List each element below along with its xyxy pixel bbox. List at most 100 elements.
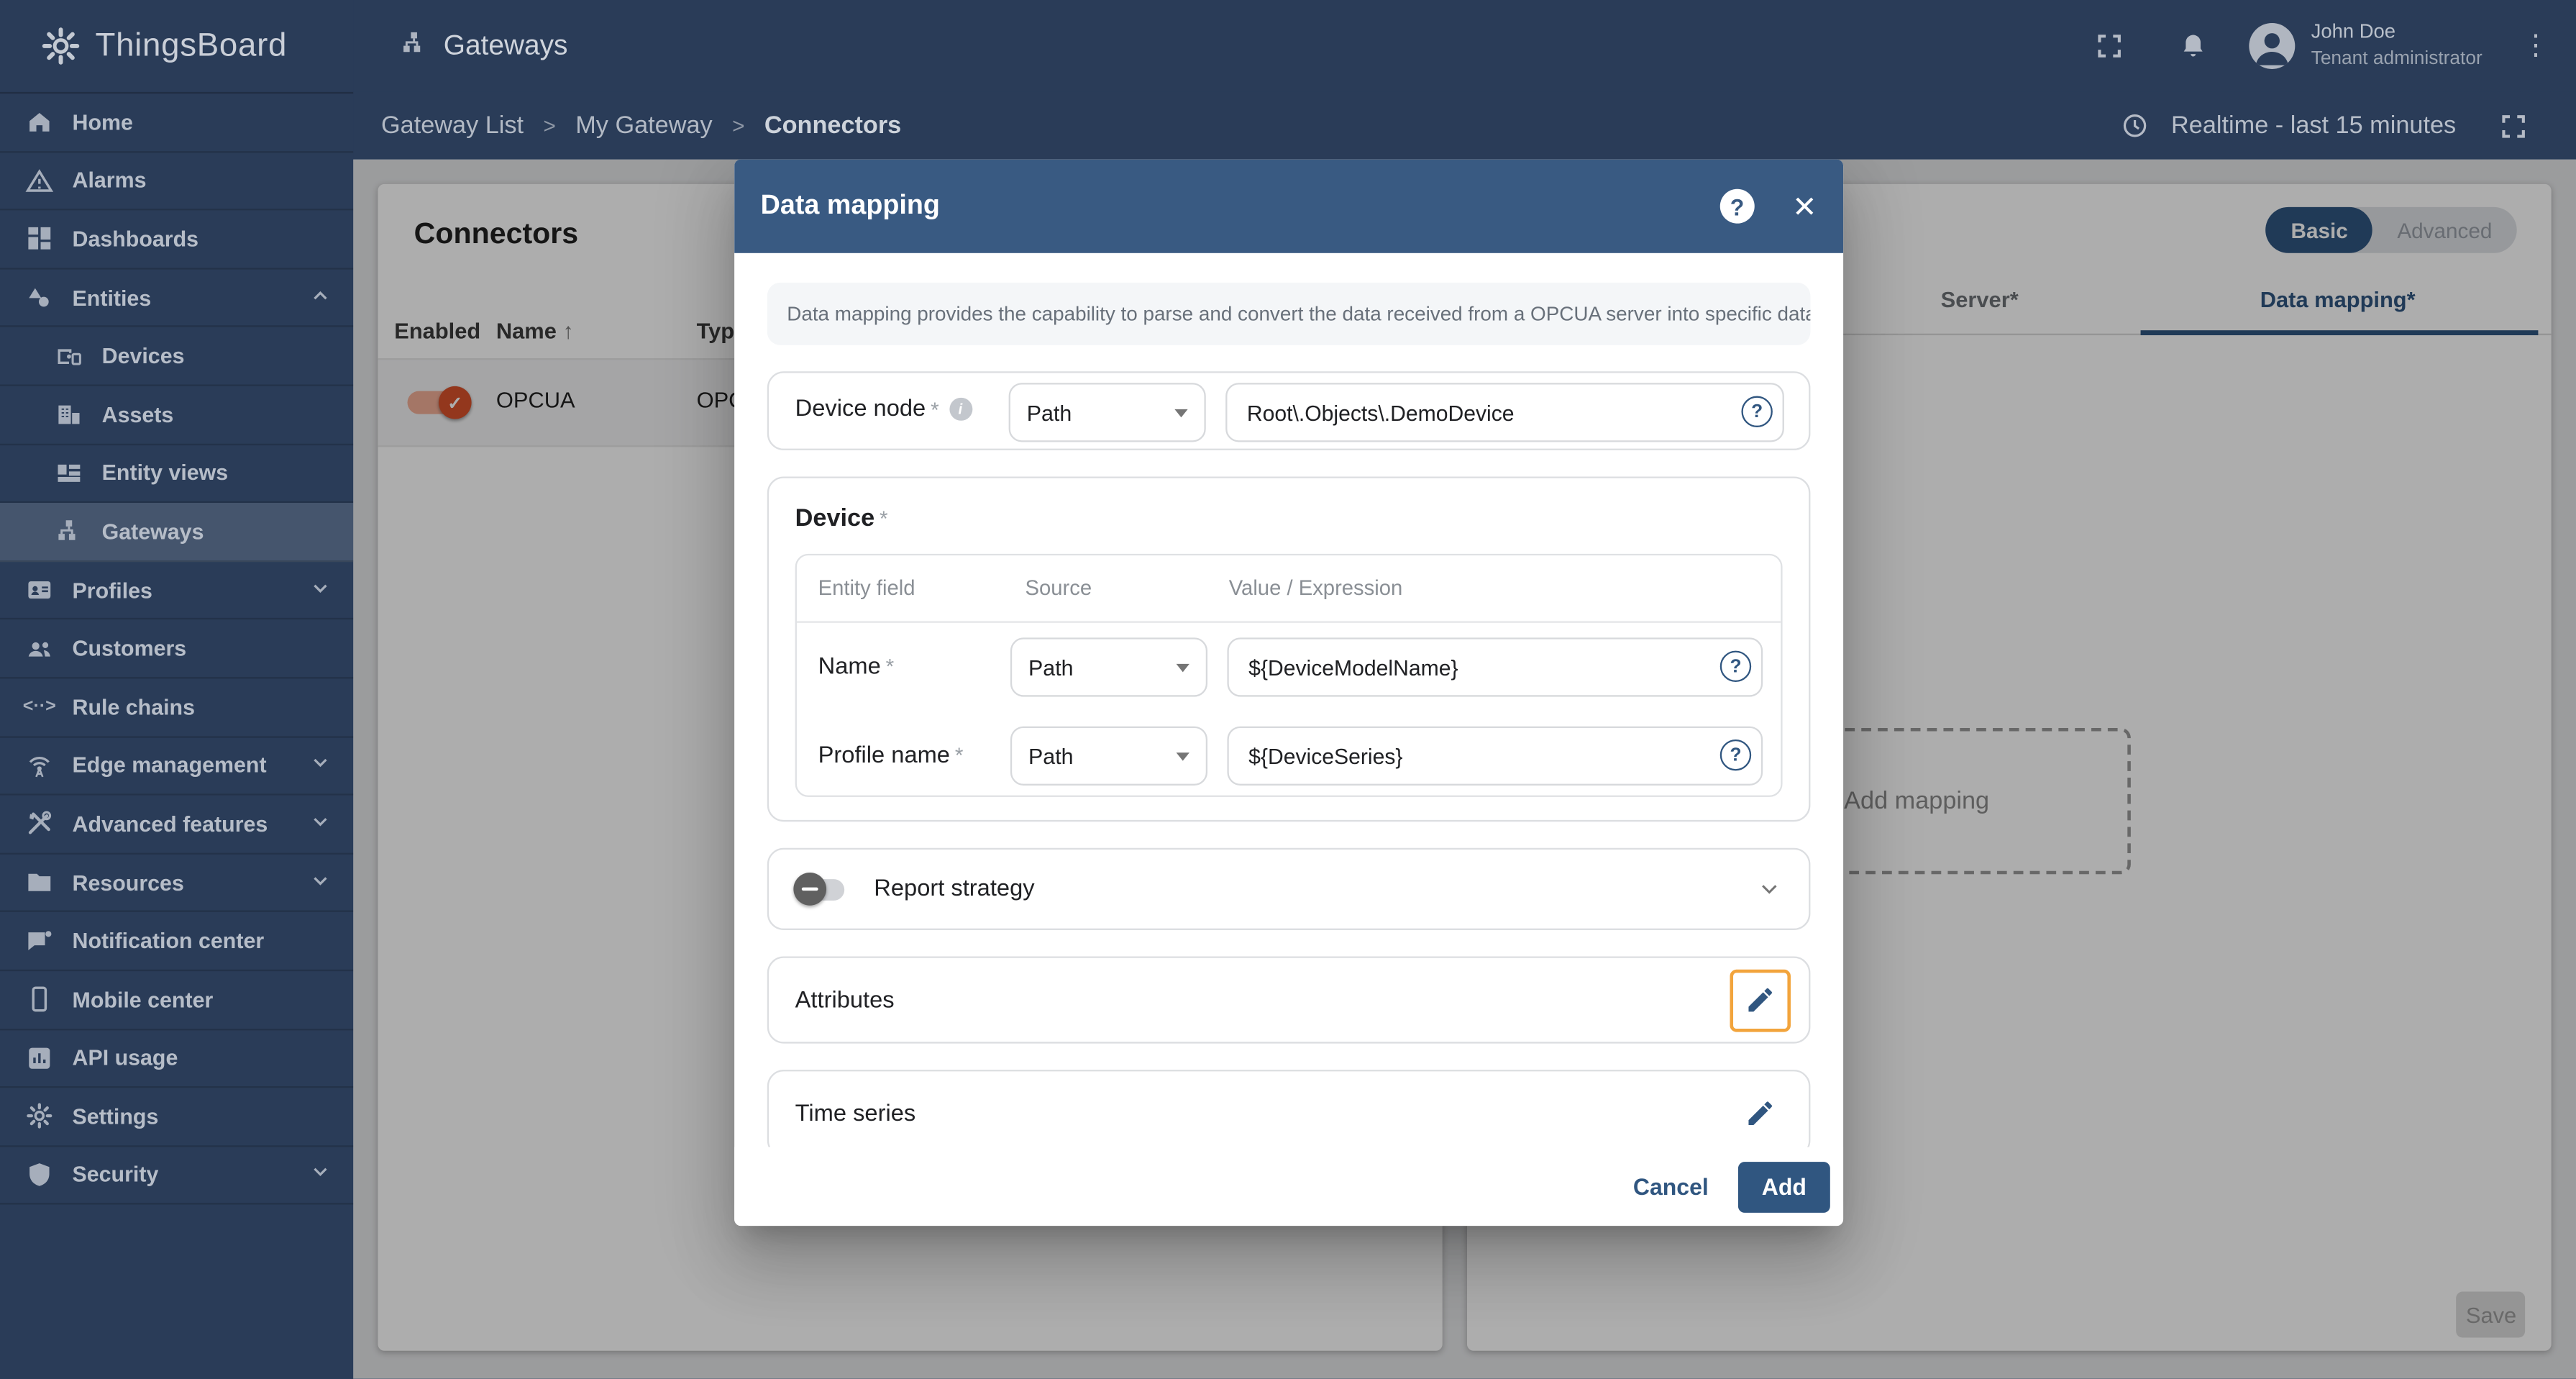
app-logo[interactable]: ThingsBoard bbox=[0, 0, 354, 94]
device-node-source-select[interactable]: Path bbox=[1008, 383, 1206, 442]
device-node-panel: Device node * i Path ? bbox=[767, 371, 1811, 450]
device-node-label: Device node * i bbox=[795, 396, 972, 422]
attributes-edit-button[interactable] bbox=[1730, 968, 1791, 1032]
time-series-label: Time series bbox=[795, 1100, 916, 1127]
chevron-down-icon[interactable] bbox=[1756, 876, 1783, 903]
dashboards-icon bbox=[24, 224, 54, 254]
field-help-icon[interactable]: ? bbox=[1719, 739, 1752, 771]
sidebar-item-api-usage[interactable]: API usage bbox=[0, 1029, 354, 1088]
user-role: Tenant administrator bbox=[2311, 50, 2483, 70]
kebab-menu-icon[interactable]: ⋮ bbox=[2522, 29, 2550, 63]
cancel-button[interactable]: Cancel bbox=[1610, 1161, 1732, 1212]
device-section-panel: Device * Entity field Source Value / Expr… bbox=[767, 476, 1811, 822]
device-node-value-input[interactable] bbox=[1225, 383, 1784, 442]
name-value-input[interactable] bbox=[1227, 637, 1763, 697]
sidebar-item-devices[interactable]: Devices bbox=[0, 327, 354, 386]
sidebar-item-gateways[interactable]: Gateways bbox=[0, 503, 354, 562]
bar-chart-icon bbox=[24, 1043, 54, 1073]
dialog-title: Data mapping bbox=[760, 190, 940, 221]
sidebar: ThingsBoard Home Alarms Dashboards Entit… bbox=[0, 0, 354, 1379]
sidebar-item-edge-management[interactable]: Edge management bbox=[0, 737, 354, 796]
breadcrumb: Gateway List > My Gateway > Connectors bbox=[353, 111, 901, 140]
toggle-off-dash-icon bbox=[801, 887, 818, 891]
shapes-icon bbox=[24, 283, 54, 312]
pencil-icon bbox=[1748, 1101, 1773, 1125]
breadcrumb-bar: Gateway List > My Gateway > Connectors R… bbox=[353, 91, 2576, 160]
antenna-icon bbox=[24, 751, 54, 780]
table-row-profile-name: Profile name* Path ? bbox=[797, 711, 1781, 800]
time-series-panel: Time series bbox=[767, 1070, 1811, 1147]
sidebar-item-resources[interactable]: Resources bbox=[0, 854, 354, 913]
time-window-control: Realtime - last 15 minutes bbox=[2115, 106, 2576, 145]
help-icon[interactable]: ? bbox=[1719, 188, 1755, 224]
sidebar-item-settings[interactable]: Settings bbox=[0, 1088, 354, 1147]
table-header-row: Entity field Source Value / Expression bbox=[796, 555, 1781, 623]
breadcrumb-separator: > bbox=[732, 113, 745, 138]
column-value-expression: Value / Expression bbox=[1228, 575, 1403, 600]
close-icon[interactable]: ✕ bbox=[1792, 191, 1817, 221]
info-icon[interactable]: i bbox=[949, 397, 972, 421]
expand-icon[interactable] bbox=[2494, 106, 2534, 145]
fullscreen-icon[interactable] bbox=[2089, 27, 2129, 66]
required-marker: * bbox=[880, 506, 888, 531]
top-bar: Gateways John Doe Tenant administrator ⋮ bbox=[353, 0, 2576, 92]
chevron-down-icon bbox=[309, 1161, 332, 1189]
sidebar-item-advanced-features[interactable]: Advanced features bbox=[0, 796, 354, 855]
content-area: Connectors Enabled Name ↑ Type ✓ OPCUA O… bbox=[353, 159, 2576, 1379]
sidebar-item-entities[interactable]: Entities bbox=[0, 269, 354, 328]
info-banner: Data mapping provides the capability to … bbox=[767, 282, 1811, 345]
profile-value-wrap: ? bbox=[1227, 726, 1763, 786]
sidebar-item-home[interactable]: Home bbox=[0, 94, 354, 153]
dialog-footer: Cancel Add bbox=[734, 1147, 1844, 1226]
profile-source-select[interactable]: Path bbox=[1010, 726, 1208, 786]
breadcrumb-my-gateway[interactable]: My Gateway bbox=[575, 111, 712, 140]
field-help-icon[interactable]: ? bbox=[1741, 396, 1773, 427]
name-source-select[interactable]: Path bbox=[1010, 637, 1208, 697]
report-strategy-toggle[interactable] bbox=[793, 873, 845, 906]
attributes-panel: Attributes bbox=[767, 956, 1811, 1044]
device-node-value-wrap: ? bbox=[1225, 383, 1784, 442]
badge-icon bbox=[24, 575, 54, 605]
time-series-edit-button[interactable] bbox=[1745, 1098, 1776, 1129]
breadcrumb-separator: > bbox=[543, 113, 556, 138]
chevron-down-icon bbox=[309, 576, 332, 604]
topbar-actions: John Doe Tenant administrator ⋮ bbox=[2089, 18, 2576, 74]
time-range-label[interactable]: Realtime - last 15 minutes bbox=[2171, 111, 2456, 140]
app-root: ThingsBoard Home Alarms Dashboards Entit… bbox=[0, 0, 2576, 1379]
add-button[interactable]: Add bbox=[1737, 1160, 1830, 1212]
device-section-title: Device * bbox=[795, 504, 888, 533]
message-icon bbox=[24, 927, 54, 956]
sidebar-item-customers[interactable]: Customers bbox=[0, 620, 354, 679]
chevron-down-icon bbox=[309, 810, 332, 838]
sidebar-item-dashboards[interactable]: Dashboards bbox=[0, 211, 354, 270]
user-info[interactable]: John Doe Tenant administrator bbox=[2311, 18, 2483, 74]
sidebar-item-notification-center[interactable]: Notification center bbox=[0, 913, 354, 971]
field-help-icon[interactable]: ? bbox=[1719, 650, 1752, 683]
people-icon bbox=[24, 634, 54, 663]
notifications-bell-icon[interactable] bbox=[2173, 27, 2213, 66]
report-strategy-panel: Report strategy bbox=[767, 847, 1811, 930]
chevron-down-icon bbox=[309, 752, 332, 780]
sidebar-item-mobile-center[interactable]: Mobile center bbox=[0, 971, 354, 1030]
sidebar-item-entity-views[interactable]: Entity views bbox=[0, 445, 354, 504]
phone-icon bbox=[24, 985, 54, 1014]
column-entity-field: Entity field bbox=[818, 575, 915, 600]
hierarchy-icon bbox=[54, 516, 83, 546]
sidebar-item-security[interactable]: Security bbox=[0, 1147, 354, 1206]
user-name: John Doe bbox=[2311, 19, 2396, 43]
dropdown-caret-icon bbox=[1174, 408, 1188, 417]
report-strategy-label: Report strategy bbox=[874, 875, 1035, 903]
breadcrumb-gateway-list[interactable]: Gateway List bbox=[381, 111, 524, 140]
sidebar-item-assets[interactable]: Assets bbox=[0, 386, 354, 445]
rule-chains-icon: <··> bbox=[22, 697, 56, 717]
user-avatar[interactable] bbox=[2248, 22, 2295, 69]
sidebar-item-rule-chains[interactable]: <··> Rule chains bbox=[0, 678, 354, 737]
field-label-name: Name * bbox=[818, 654, 895, 681]
sidebar-item-profiles[interactable]: Profiles bbox=[0, 562, 354, 621]
sidebar-item-alarms[interactable]: Alarms bbox=[0, 153, 354, 211]
profile-value-input[interactable] bbox=[1227, 726, 1763, 786]
breadcrumb-connectors: Connectors bbox=[764, 111, 902, 140]
shield-icon bbox=[24, 1160, 54, 1190]
name-value-wrap: ? bbox=[1227, 637, 1763, 697]
folder-icon bbox=[24, 868, 54, 897]
